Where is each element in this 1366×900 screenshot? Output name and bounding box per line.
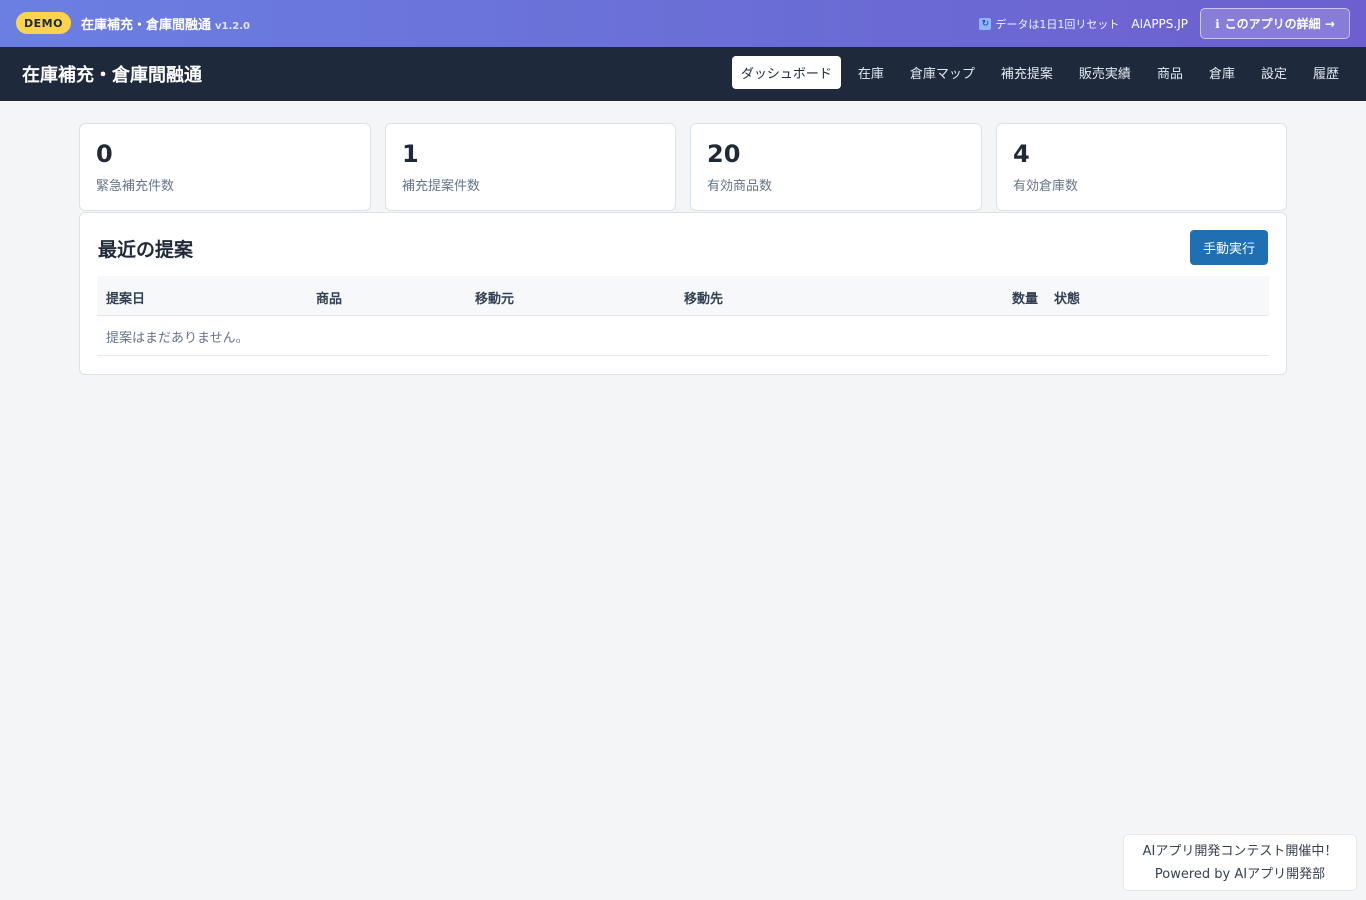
contest-line: AIアプリ開発コンテスト開催中！ xyxy=(1142,844,1338,859)
stat-card-urgent: 0 緊急補充件数 xyxy=(79,123,371,211)
stat-label: 有効商品数 xyxy=(707,179,773,194)
stat-value: 1 xyxy=(402,140,419,168)
stat-label: 緊急補充件数 xyxy=(96,179,175,194)
stat-label: 補充提案件数 xyxy=(402,179,481,194)
demo-banner: DEMO 在庫補充・倉庫間融通 v1.2.0 ↻ データは1日1回リセット AIA… xyxy=(0,0,1366,47)
col-status: 状態 xyxy=(1054,292,1081,307)
col-date: 提案日 xyxy=(106,292,146,307)
demo-app-title: 在庫補充・倉庫間融通 v1.2.0 xyxy=(81,14,250,33)
manual-run-button[interactable]: 手動実行 xyxy=(1190,230,1268,265)
main-navbar: 在庫補充・倉庫間融通 ダッシュボード 在庫 倉庫マップ 補充提案 販売実績 商品… xyxy=(0,47,1366,101)
app-details-button[interactable]: ℹ このアプリの詳細 → xyxy=(1200,8,1350,39)
recent-proposals-panel: 最近の提案 手動実行 提案日 商品 移動元 移動先 数量 状態 提案はまだありま… xyxy=(79,212,1287,375)
nav-item-settings[interactable]: 設定 xyxy=(1252,56,1296,89)
stat-card-proposals: 1 補充提案件数 xyxy=(385,123,676,211)
demo-title-text: 在庫補充・倉庫間融通 xyxy=(81,18,212,33)
col-source: 移動元 xyxy=(475,292,515,307)
stat-value: 20 xyxy=(707,140,741,168)
app-details-label: このアプリの詳細 → xyxy=(1224,17,1335,31)
table-header: 提案日 商品 移動元 移動先 数量 状態 xyxy=(97,276,1269,316)
info-icon: ℹ xyxy=(1215,16,1220,31)
nav-item-warehouses[interactable]: 倉庫 xyxy=(1200,56,1244,89)
app-title[interactable]: 在庫補充・倉庫間融通 xyxy=(22,61,202,87)
stat-card-products: 20 有効商品数 xyxy=(690,123,982,211)
table-empty-row: 提案はまだありません。 xyxy=(97,316,1269,356)
reset-note-text: データは1日1回リセット xyxy=(995,17,1120,31)
reset-note: ↻ データは1日1回リセット xyxy=(979,16,1119,32)
site-link[interactable]: AIAPPS.JP xyxy=(1131,17,1188,31)
nav-menu: ダッシュボード 在庫 倉庫マップ 補充提案 販売実績 商品 倉庫 設定 履歴 xyxy=(724,56,1348,89)
demo-badge: DEMO xyxy=(16,12,71,34)
stat-value: 0 xyxy=(96,140,113,168)
nav-item-warehouse-map[interactable]: 倉庫マップ xyxy=(901,56,984,89)
powered-by-line: Powered by AIアプリ開発部 xyxy=(1154,867,1326,882)
col-product: 商品 xyxy=(316,292,343,307)
col-quantity: 数量 xyxy=(1012,292,1039,307)
stat-label: 有効倉庫数 xyxy=(1013,179,1079,194)
panel-title: 最近の提案 xyxy=(98,239,194,261)
stat-card-warehouses: 4 有効倉庫数 xyxy=(996,123,1287,211)
version-label: v1.2.0 xyxy=(215,21,251,32)
refresh-icon: ↻ xyxy=(979,17,992,30)
empty-message: 提案はまだありません。 xyxy=(106,331,249,346)
proposals-table: 提案日 商品 移動元 移動先 数量 状態 提案はまだありません。 xyxy=(97,276,1269,356)
nav-item-history[interactable]: 履歴 xyxy=(1304,56,1348,89)
col-destination: 移動先 xyxy=(684,292,724,307)
nav-item-sales[interactable]: 販売実績 xyxy=(1070,56,1140,89)
nav-item-products[interactable]: 商品 xyxy=(1148,56,1192,89)
contest-banner[interactable]: AIアプリ開発コンテスト開催中！ Powered by AIアプリ開発部 xyxy=(1123,834,1357,891)
nav-item-inventory[interactable]: 在庫 xyxy=(849,56,893,89)
nav-item-replenishment[interactable]: 補充提案 xyxy=(992,56,1062,89)
demo-right-group: ↻ データは1日1回リセット AIAPPS.JP ℹ このアプリの詳細 → xyxy=(979,8,1350,39)
nav-item-dashboard[interactable]: ダッシュボード xyxy=(731,56,841,89)
stat-value: 4 xyxy=(1013,140,1030,168)
